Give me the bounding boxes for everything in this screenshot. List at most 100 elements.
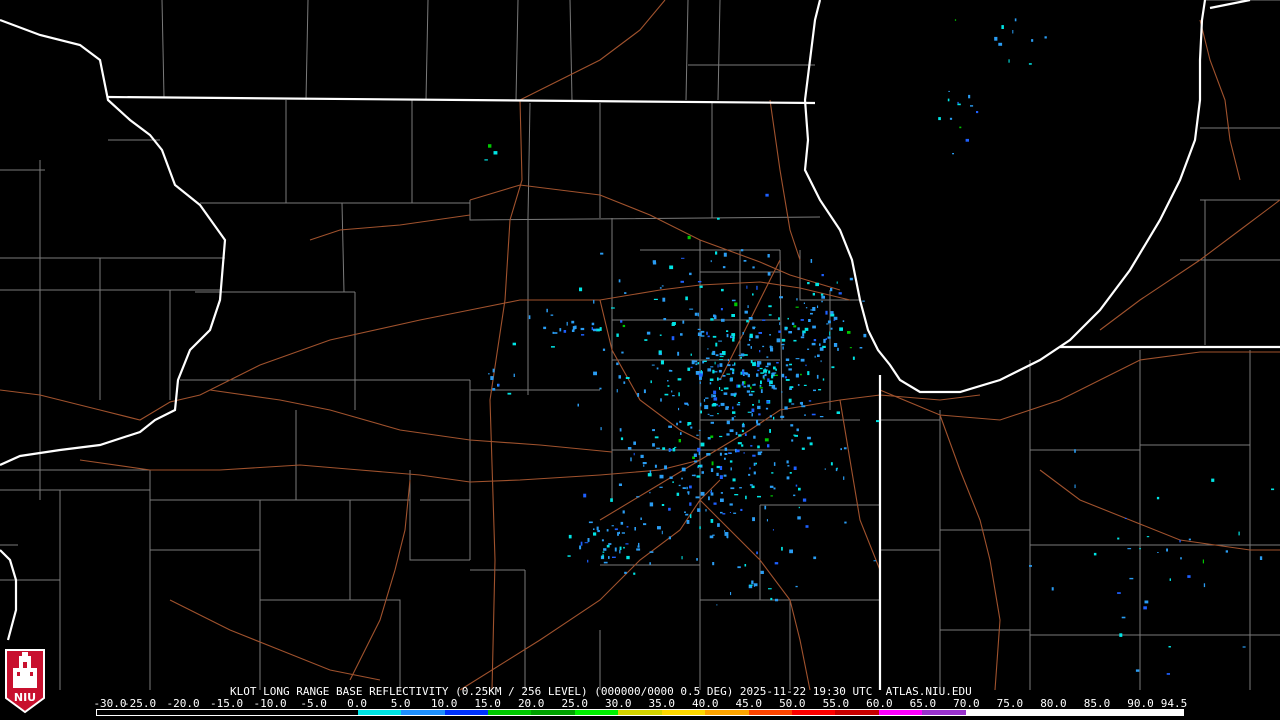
echo-pixel	[807, 348, 810, 350]
echo-pixel	[580, 541, 583, 546]
echo-pixel	[612, 556, 616, 558]
echo-pixel	[625, 543, 629, 545]
echo-pixel	[759, 367, 763, 370]
echo-pixel	[747, 384, 751, 388]
echo-pixel	[771, 374, 774, 379]
color-swatch	[835, 710, 879, 715]
echo-pixel	[668, 369, 671, 372]
echo-pixel	[718, 378, 722, 380]
echo-pixel	[693, 453, 697, 457]
echo-pixel	[770, 597, 773, 601]
echo-pixel	[800, 336, 805, 339]
echo-pixel	[729, 429, 734, 432]
echo-pixel	[694, 360, 698, 363]
echo-pixel	[603, 548, 607, 551]
echo-pixel	[493, 151, 498, 155]
echo-pixel	[649, 562, 651, 565]
echo-pixel	[753, 462, 756, 466]
echo-pixel	[733, 512, 737, 514]
echo-pixel	[715, 354, 719, 357]
echo-pixel	[809, 442, 813, 446]
echo-pixel	[734, 362, 736, 365]
echo-pixel	[771, 472, 774, 474]
echo-pixel	[689, 308, 694, 310]
echo-pixel	[686, 486, 688, 490]
echo-pixel	[1121, 616, 1126, 619]
echo-pixel	[709, 378, 714, 381]
echo-pixel	[758, 399, 760, 404]
color-swatch	[487, 710, 532, 715]
echo-pixel	[681, 556, 683, 560]
echo-pixel	[611, 525, 614, 527]
echo-pixel	[719, 356, 724, 358]
echo-pixel	[840, 448, 842, 451]
echo-pixel	[750, 445, 753, 447]
echo-pixel	[822, 345, 826, 348]
echo-pixel	[824, 468, 826, 470]
echo-pixel	[1225, 550, 1228, 553]
echo-pixel	[730, 487, 735, 490]
echo-pixel	[796, 298, 798, 301]
state-borders	[0, 0, 1280, 690]
echo-pixel	[749, 467, 751, 470]
echo-pixel	[810, 259, 813, 263]
echo-pixel	[700, 335, 705, 337]
echo-pixel	[695, 496, 700, 499]
echo-pixel	[606, 529, 609, 532]
echo-pixel	[616, 389, 618, 393]
scale-label: 94.5	[1160, 697, 1188, 710]
echo-pixel	[740, 508, 743, 511]
echo-pixel	[1117, 537, 1120, 540]
echo-pixel	[836, 411, 840, 414]
echo-pixel	[671, 336, 675, 341]
echo-pixel	[959, 126, 962, 129]
echo-pixel	[567, 555, 571, 557]
echo-pixel	[696, 558, 698, 561]
echo-pixel	[1238, 531, 1240, 536]
echo-pixel	[756, 285, 758, 290]
echo-pixel	[650, 380, 652, 384]
echo-pixel	[652, 262, 657, 265]
echo-pixel	[616, 362, 619, 366]
echo-pixel	[617, 532, 619, 536]
color-swatch	[1009, 710, 1053, 715]
echo-pixel	[752, 326, 755, 330]
echo-pixel	[636, 548, 641, 551]
echo-pixel	[1074, 449, 1076, 453]
echo-pixel	[740, 356, 742, 359]
echo-pixel	[649, 491, 651, 494]
echo-pixel	[720, 511, 723, 514]
echo-pixel	[752, 454, 756, 457]
echo-pixel	[716, 403, 718, 406]
echo-pixel	[682, 320, 685, 324]
echo-pixel	[676, 492, 680, 496]
echo-pixel	[652, 443, 655, 447]
echo-pixel	[588, 521, 593, 524]
echo-pixel	[626, 526, 629, 528]
echo-pixel	[719, 354, 723, 356]
echo-pixel	[719, 359, 723, 361]
echo-pixel	[717, 413, 719, 415]
echo-pixel	[718, 405, 720, 407]
echo-pixel	[833, 343, 838, 347]
echo-pixel	[742, 422, 744, 425]
echo-pixel	[1166, 673, 1170, 675]
color-swatch	[965, 710, 1010, 715]
echo-pixel	[669, 476, 673, 479]
echo-pixel	[699, 381, 701, 384]
echo-pixel	[1129, 577, 1134, 580]
echo-pixel	[773, 366, 776, 370]
scale-label: 30.0	[604, 697, 632, 710]
echo-pixel	[588, 538, 590, 541]
echo-pixel	[695, 363, 698, 366]
echo-pixel	[624, 292, 627, 294]
echo-pixel	[762, 345, 765, 348]
echo-pixel	[781, 343, 785, 346]
echo-pixel	[618, 531, 620, 534]
color-swatch	[97, 710, 141, 715]
echo-pixel	[721, 318, 725, 322]
echo-pixel	[616, 333, 619, 337]
echo-pixel	[779, 322, 781, 326]
echo-pixel	[713, 397, 718, 401]
map-canvas	[0, 0, 1280, 691]
